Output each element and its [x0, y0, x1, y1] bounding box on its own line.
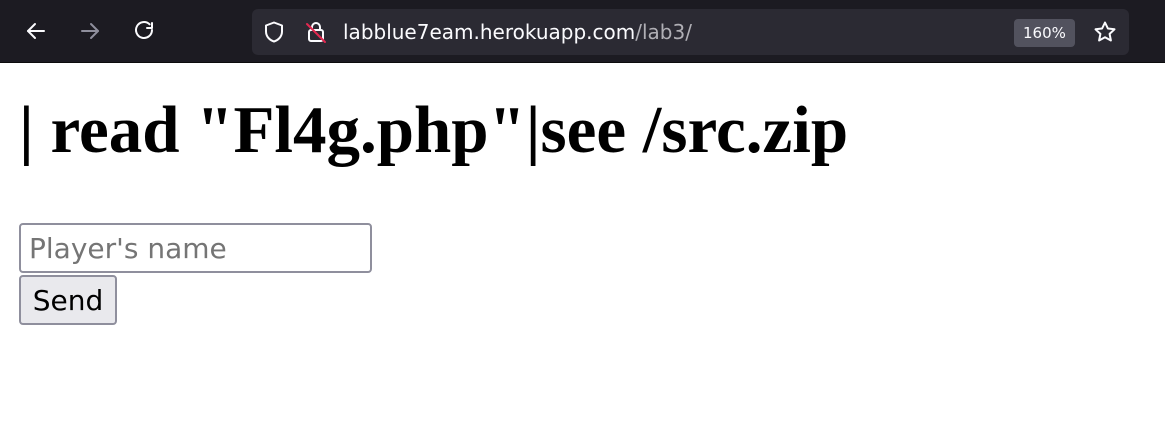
zoom-level-badge[interactable]: 160%	[1014, 19, 1075, 47]
shield-icon	[265, 21, 283, 43]
arrow-left-icon	[27, 23, 45, 39]
bookmark-button[interactable]	[1093, 20, 1117, 44]
reload-button[interactable]	[129, 16, 159, 46]
url-text[interactable]: labblue7eam.herokuapp.com/lab3/	[343, 19, 692, 45]
browser-toolbar: labblue7eam.herokuapp.com/lab3/ 160%	[0, 0, 1165, 63]
tracking-protection-button[interactable]	[262, 20, 286, 44]
arrow-right-icon	[81, 23, 99, 39]
page-heading: | read "Fl4g.php"|see /src.zip	[19, 93, 849, 167]
reload-icon	[135, 21, 153, 39]
url-path: /lab3/	[635, 20, 692, 44]
forward-button[interactable]	[75, 16, 105, 46]
back-button[interactable]	[21, 16, 51, 46]
send-button[interactable]: Send	[19, 275, 117, 325]
player-name-input[interactable]	[19, 223, 372, 273]
url-domain: labblue7eam.herokuapp.com	[343, 20, 636, 44]
star-icon	[1094, 21, 1116, 42]
address-bar[interactable]: labblue7eam.herokuapp.com/lab3/ 160%	[252, 9, 1129, 55]
insecure-lock-icon	[306, 22, 326, 43]
site-info-button[interactable]	[304, 20, 328, 44]
